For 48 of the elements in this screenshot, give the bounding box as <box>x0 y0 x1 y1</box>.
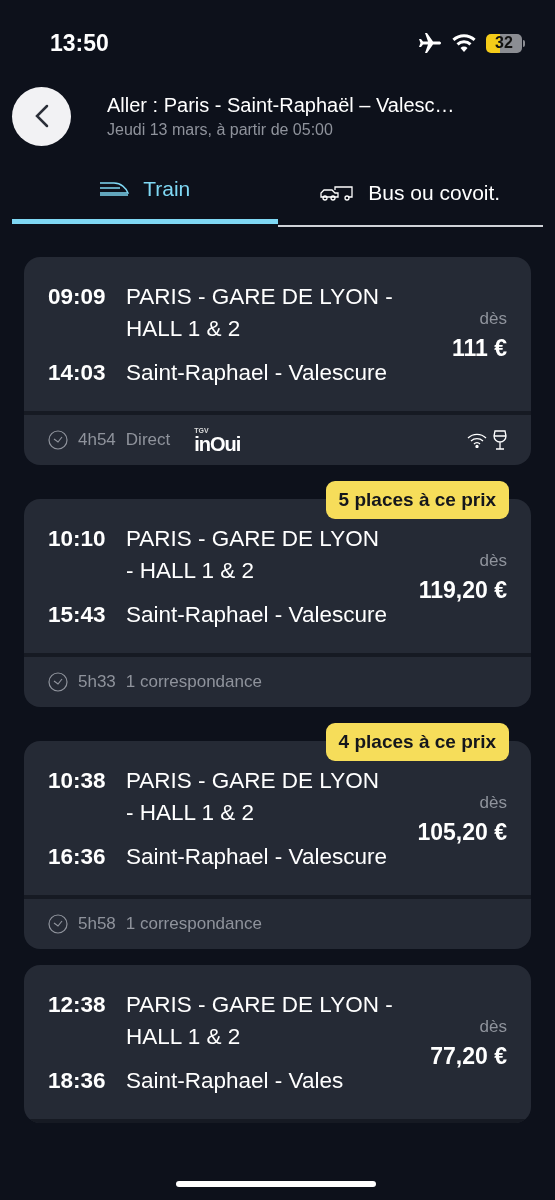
price-prefix: dès <box>479 550 507 571</box>
connection-info: 1 correspondance <box>125 672 262 692</box>
price: 111 € <box>451 334 507 362</box>
arrival-station: Saint-Raphael - Valescure <box>126 601 388 629</box>
departure-time: 09:09 <box>48 283 107 311</box>
departure-station: PARIS - GARE DE LYON - HALL 1 & 2 <box>126 767 380 827</box>
departure-time: 12:38 <box>48 991 107 1019</box>
price: 77,20 € <box>430 1042 507 1070</box>
price-prefix: dès <box>479 308 507 329</box>
arrival-time: 14:03 <box>48 359 107 387</box>
availability-badge: 4 places à ce prix <box>325 723 509 761</box>
departure-station: PARIS - GARE DE LYON - HALL 1 & 2 <box>126 525 380 585</box>
trip-title: Aller : Paris - Saint-Raphaël – Valesc… <box>107 93 455 117</box>
price: 119,20 € <box>418 576 507 604</box>
chevron-left-icon <box>34 104 49 128</box>
arrival-time: 15:43 <box>48 601 107 629</box>
wifi-icon <box>452 34 476 52</box>
price-prefix: dès <box>479 792 507 813</box>
clock-icon <box>48 430 68 450</box>
arrival-station: Saint-Raphael - Vales <box>126 1067 345 1095</box>
duration: 4h54 <box>78 430 116 450</box>
clock-icon <box>48 672 68 692</box>
train-icon <box>99 180 130 197</box>
departure-station: PARIS - GARE DE LYON - HALL 1 & 2 <box>126 283 394 343</box>
wine-glass-icon <box>493 430 507 450</box>
departure-time: 10:38 <box>48 767 107 795</box>
trip-date: Jeudi 13 mars, à partir de 05:00 <box>107 120 334 139</box>
arrival-time: 16:36 <box>48 843 107 871</box>
journey-card[interactable]: 12:38 PARIS - GARE DE LYON - HALL 1 & 2 18:36 Saint-Raphael - Vales dès 77,20 € <box>24 965 531 1123</box>
wifi-icon <box>467 432 487 448</box>
departure-station: PARIS - GARE DE LYON - HALL 1 & 2 <box>126 991 394 1051</box>
airplane-icon <box>418 32 442 54</box>
duration: 5h33 <box>78 672 116 692</box>
arrival-station: Saint-Raphael - Valescure <box>126 843 388 871</box>
connection-info: Direct <box>125 430 171 450</box>
car-and-van-icon <box>320 185 355 201</box>
price: 105,20 € <box>417 818 507 846</box>
mode-tab[interactable]: Bus ou covoit. <box>277 165 543 227</box>
arrival-station: Saint-Raphael - Valescure <box>126 359 388 387</box>
arrival-time: 18:36 <box>48 1067 107 1095</box>
availability-badge: 5 places à ce prix <box>325 481 509 519</box>
departure-time: 10:10 <box>48 525 107 553</box>
clock-icon <box>48 914 68 934</box>
mode-tab[interactable]: Train <box>12 162 278 224</box>
price-prefix: dès <box>479 1016 507 1037</box>
duration: 5h58 <box>78 914 116 934</box>
status-time: 13:50 <box>50 29 109 57</box>
connection-info: 1 correspondance <box>125 914 262 934</box>
